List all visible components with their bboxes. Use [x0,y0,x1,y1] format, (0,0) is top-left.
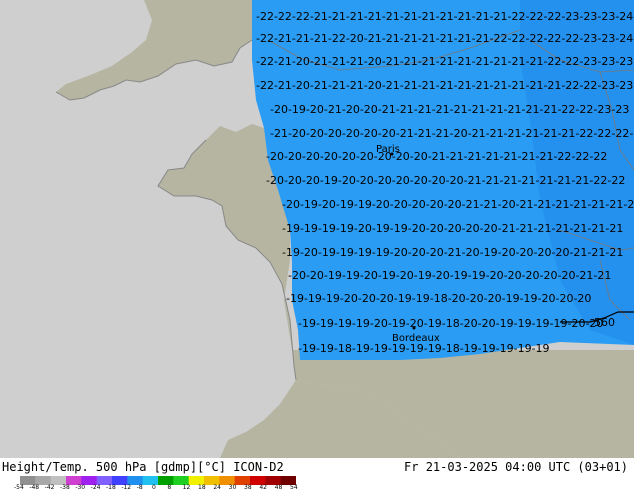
temp-row: -19-19-19-19-20-19-19-20-20-20-20-20-21-… [282,222,623,235]
temp-row: -19-19-19-20-20-20-19-19-18-20-20-20-19-… [286,292,591,305]
temp-row: -20-20-20-20-20-20-20-20-20-21-21-21-21-… [266,150,607,163]
temp-row: -20-20-19-19-20-19-20-19-20-19-19-20-20-… [288,269,611,282]
temp-row: -20-19-20-21-20-20-21-21-21-21-21-21-21-… [270,103,629,116]
temp-row: -22-21-21-21-22-20-21-21-21-21-21-21-21-… [256,32,634,45]
temp-row: -22-21-20-21-21-21-20-21-21-21-21-21-21-… [256,55,633,68]
map-title: Height/Temp. 500 hPa [gdmp][°C] ICON-D2 [2,460,284,474]
temp-row: -21-20-20-20-20-20-20-21-21-21-20-21-21-… [270,127,634,140]
city-label-paris: Paris [376,144,400,155]
temp-row: -19-19-19-19-20-19-20-19-18-20-20-19-19-… [298,317,603,330]
city-label-bordeaux: Bordeaux [392,333,440,344]
map-footer: Height/Temp. 500 hPa [gdmp][°C] ICON-D2 … [0,458,634,491]
colorbar-swatch [158,476,174,485]
temperature-labels: -22-22-22-21-21-21-21-21-21-21-21-21-21-… [256,10,634,355]
weather-map: 560 -22-22-22-21-21-21-21-21-21-21-21-21… [0,0,634,458]
temp-row: -22-22-22-21-21-21-21-21-21-21-21-21-21-… [256,10,634,23]
temp-row: -22-21-20-21-21-21-20-21-21-21-21-21-21-… [256,79,633,92]
city-marker-bordeaux [412,326,416,330]
temp-row: -20-19-20-19-19-20-20-20-20-20-21-21-20-… [282,198,634,211]
temp-row: -19-20-19-19-19-19-20-20-20-21-20-19-20-… [282,246,623,259]
valid-time: Fr 21-03-2025 04:00 UTC (03+01) [404,460,628,474]
colorbar-swatch [142,476,159,485]
temp-row: -20-20-20-19-20-20-20-20-20-20-20-21-21-… [266,174,625,187]
